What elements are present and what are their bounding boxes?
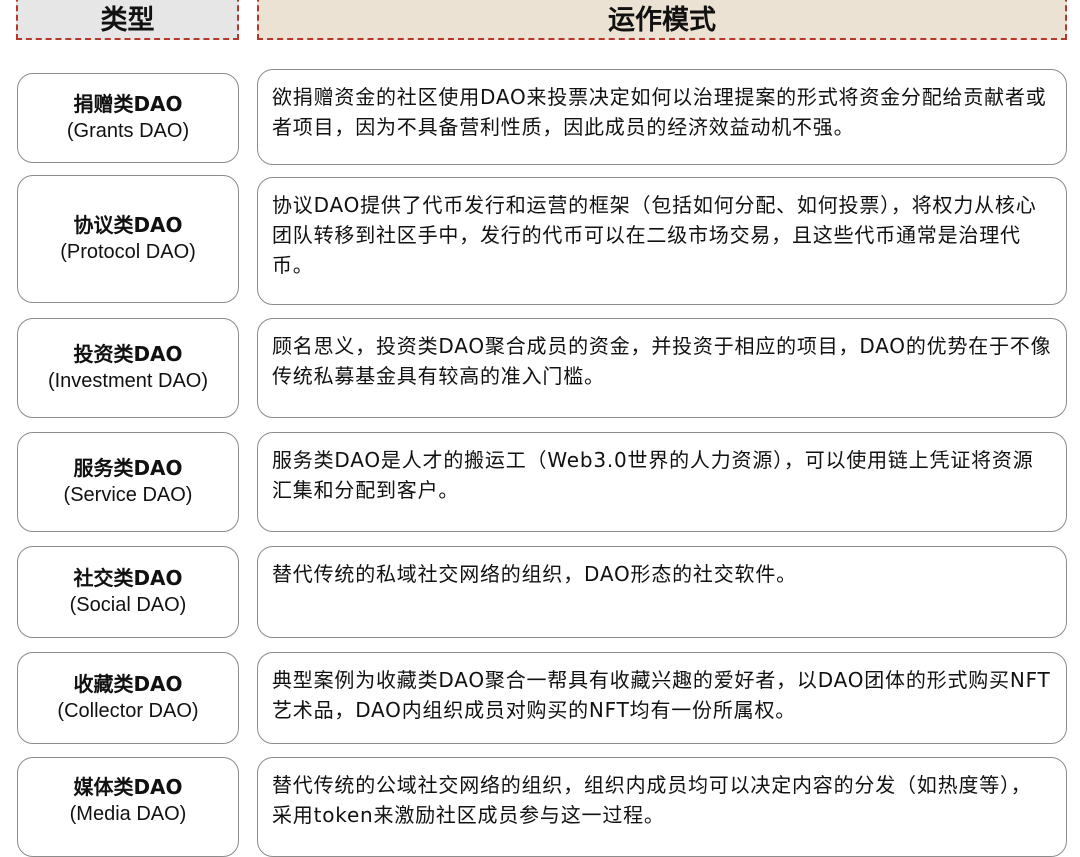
mode-cell-service: 服务类DAO是人才的搬运工（Web3.0世界的人力资源），可以使用链上凭证将资源… (257, 432, 1067, 532)
mode-description: 顾名思义，投资类DAO聚合成员的资金，并投资于相应的项目，DAO的优势在于不像传… (272, 334, 1052, 388)
header-mode: 运作模式 (257, 0, 1067, 40)
type-name-cn: 捐赠类DAO (73, 92, 183, 116)
type-name-cn: 收藏类DAO (73, 672, 183, 696)
mode-cell-social: 替代传统的私域社交网络的组织，DAO形态的社交软件。 (257, 546, 1067, 638)
type-cell-social: 社交类DAO (Social DAO) (17, 546, 239, 638)
header-type-label: 类型 (100, 4, 155, 36)
mode-cell-investment: 顾名思义，投资类DAO聚合成员的资金，并投资于相应的项目，DAO的优势在于不像传… (257, 318, 1067, 418)
type-name-en: (Grants DAO) (66, 120, 190, 142)
type-name-cn: 社交类DAO (73, 566, 183, 590)
mode-description: 协议DAO提供了代币发行和运营的框架（包括如何分配、如何投票），将权力从核心团队… (272, 193, 1037, 277)
mode-cell-collector: 典型案例为收藏类DAO聚合一帮具有收藏兴趣的爱好者，以DAO团体的形式购买NFT… (257, 652, 1067, 744)
mode-description: 欲捐赠资金的社区使用DAO来投票决定如何以治理提案的形式将资金分配给贡献者或者项… (272, 85, 1047, 139)
header-type: 类型 (16, 0, 239, 40)
mode-description: 典型案例为收藏类DAO聚合一帮具有收藏兴趣的爱好者，以DAO团体的形式购买NFT… (272, 668, 1051, 722)
type-cell-collector: 收藏类DAO (Collector DAO) (17, 652, 239, 744)
type-name-en: (Protocol DAO) (60, 241, 196, 263)
type-cell-media: 媒体类DAO (Media DAO) (17, 757, 239, 857)
type-cell-protocol: 协议类DAO (Protocol DAO) (17, 175, 239, 303)
type-cell-service: 服务类DAO (Service DAO) (17, 432, 239, 532)
mode-description: 替代传统的私域社交网络的组织，DAO形态的社交软件。 (272, 562, 797, 586)
type-name-en: (Media DAO) (69, 803, 187, 825)
type-cell-grants: 捐赠类DAO (Grants DAO) (17, 73, 239, 163)
type-name-cn: 服务类DAO (73, 456, 183, 480)
type-name-cn: 投资类DAO (73, 342, 183, 366)
type-name-cn: 协议类DAO (73, 213, 183, 237)
mode-cell-grants: 欲捐赠资金的社区使用DAO来投票决定如何以治理提案的形式将资金分配给贡献者或者项… (257, 69, 1067, 165)
type-name-en: (Social DAO) (69, 594, 187, 616)
type-name-en: (Investment DAO) (47, 370, 209, 392)
mode-description: 服务类DAO是人才的搬运工（Web3.0世界的人力资源），可以使用链上凭证将资源… (272, 448, 1034, 502)
type-name-cn: 媒体类DAO (73, 775, 183, 799)
header-mode-label: 运作模式 (608, 4, 716, 36)
type-name-en: (Service DAO) (63, 484, 193, 506)
mode-cell-protocol: 协议DAO提供了代币发行和运营的框架（包括如何分配、如何投票），将权力从核心团队… (257, 177, 1067, 305)
type-cell-investment: 投资类DAO (Investment DAO) (17, 318, 239, 418)
type-name-en: (Collector DAO) (57, 700, 199, 722)
mode-cell-media: 替代传统的公域社交网络的组织，组织内成员均可以决定内容的分发（如热度等），采用t… (257, 757, 1067, 857)
mode-description: 替代传统的公域社交网络的组织，组织内成员均可以决定内容的分发（如热度等），采用t… (272, 773, 1032, 827)
